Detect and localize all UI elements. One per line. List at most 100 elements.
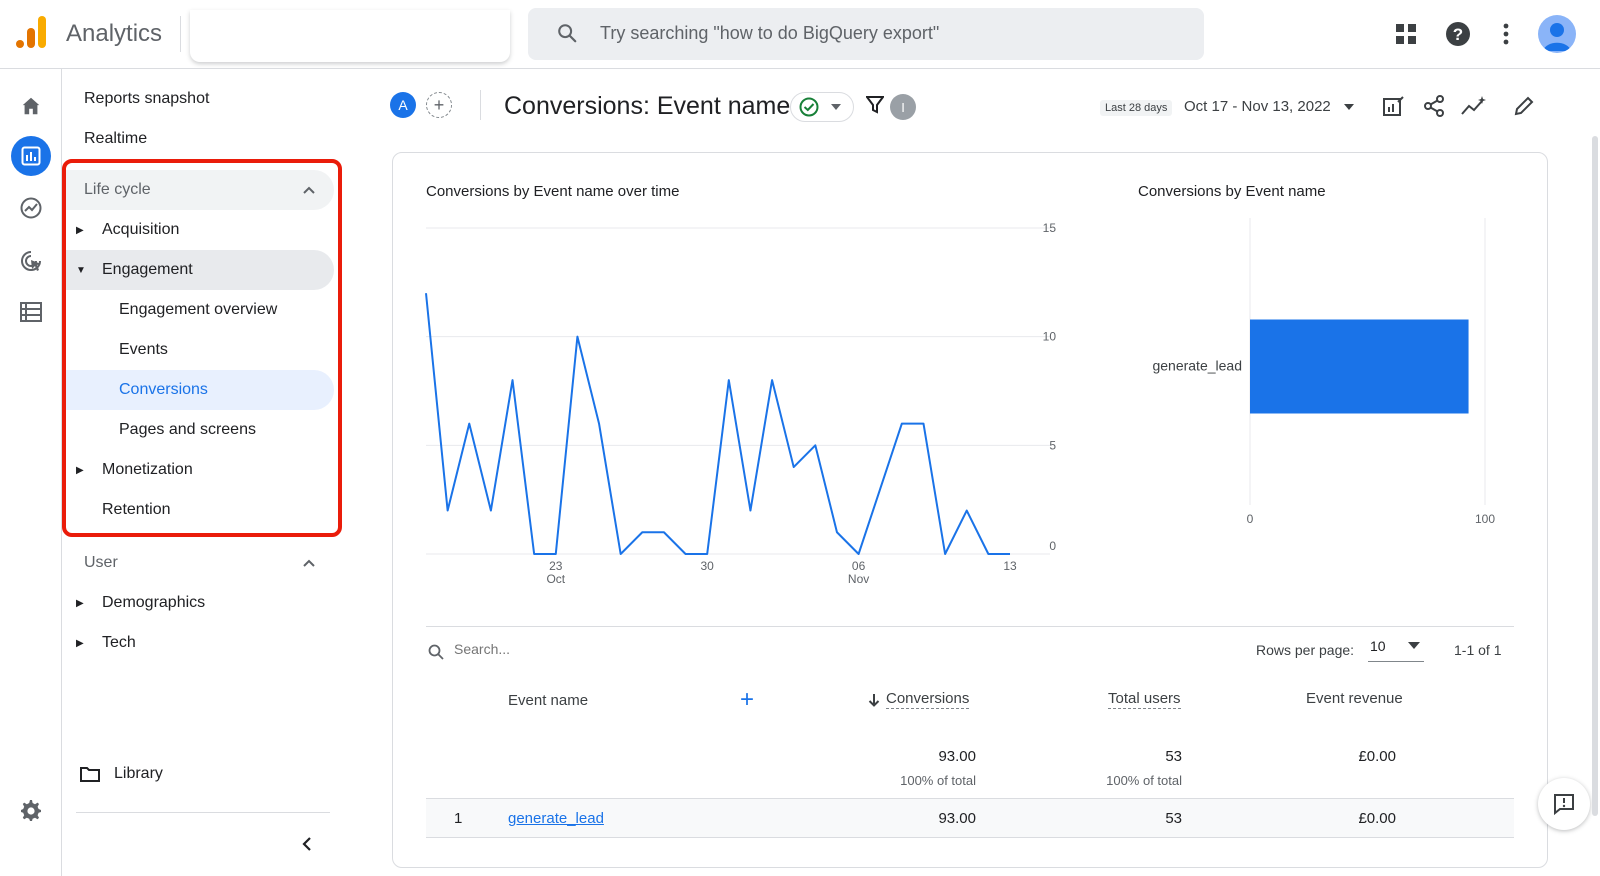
x-tick-label: 0 bbox=[1247, 512, 1254, 526]
x-tick-label: 30 bbox=[701, 559, 715, 573]
header-conversions-label: Conversions bbox=[886, 690, 970, 709]
filter-count-badge[interactable]: I bbox=[890, 94, 916, 120]
line-chart-title: Conversions by Event name over time bbox=[426, 183, 680, 200]
nav-tech[interactable]: ▶ Tech bbox=[62, 623, 334, 663]
more-vert-icon[interactable] bbox=[1490, 18, 1522, 50]
header-event-name[interactable]: Event name bbox=[508, 692, 588, 709]
bar bbox=[1250, 319, 1469, 414]
y-tick-label: 15 bbox=[1043, 221, 1057, 235]
add-dimension-button[interactable]: + bbox=[740, 688, 754, 712]
share-icon[interactable] bbox=[1420, 92, 1448, 120]
event-name-link[interactable]: generate_lead bbox=[508, 810, 604, 827]
x-tick-label: 100 bbox=[1475, 512, 1495, 526]
nav-engagement-overview[interactable]: Engagement overview bbox=[62, 290, 334, 330]
add-comparison-button[interactable]: + bbox=[426, 92, 452, 118]
nav-monetization[interactable]: ▶ Monetization bbox=[62, 450, 334, 490]
settings-icon[interactable] bbox=[11, 791, 51, 831]
date-range-picker[interactable]: Oct 17 - Nov 13, 2022 bbox=[1184, 98, 1331, 115]
account-picker[interactable] bbox=[190, 10, 510, 62]
header-event-revenue[interactable]: Event revenue bbox=[1306, 690, 1403, 707]
customize-report-icon[interactable] bbox=[1380, 92, 1408, 120]
nav-group-label: Life cycle bbox=[84, 181, 151, 198]
caret-right-icon: ▶ bbox=[76, 597, 84, 609]
bar-chart[interactable]: 0 100 generate_lead bbox=[1130, 210, 1530, 540]
nav-demographics[interactable]: ▶ Demographics bbox=[62, 583, 334, 623]
total-event-revenue: £0.00 bbox=[1358, 748, 1396, 765]
dropdown-arrow-icon bbox=[831, 104, 841, 110]
analytics-logo-icon[interactable] bbox=[16, 16, 48, 50]
nav-label: Acquisition bbox=[102, 221, 180, 238]
help-icon[interactable]: ? bbox=[1442, 18, 1474, 50]
search-icon bbox=[428, 644, 444, 660]
apps-grid-icon[interactable] bbox=[1390, 18, 1422, 50]
report-status-dropdown[interactable] bbox=[790, 92, 854, 122]
nav-label: Conversions bbox=[119, 381, 208, 398]
chevron-up-icon bbox=[303, 186, 315, 194]
reports-icon[interactable] bbox=[11, 136, 51, 176]
collapse-nav-button[interactable] bbox=[292, 829, 322, 859]
chevron-up-icon bbox=[303, 559, 315, 567]
rows-per-page-select[interactable]: 10 bbox=[1368, 638, 1424, 662]
caret-right-icon: ▶ bbox=[76, 464, 84, 476]
nav-pages-and-screens[interactable]: Pages and screens bbox=[62, 410, 334, 450]
chevron-left-icon bbox=[302, 837, 311, 851]
nav-acquisition[interactable]: ▶ Acquisition bbox=[62, 210, 334, 250]
pagination-status: 1-1 of 1 bbox=[1454, 642, 1502, 658]
bar-category-label: generate_lead bbox=[1152, 358, 1242, 374]
account-avatar[interactable] bbox=[1538, 15, 1576, 53]
nav-retention[interactable]: Retention bbox=[62, 490, 334, 530]
feedback-icon bbox=[1554, 794, 1574, 816]
row-index: 1 bbox=[454, 810, 463, 827]
nav-label: Tech bbox=[102, 634, 136, 651]
nav-engagement[interactable]: ▼ Engagement bbox=[62, 250, 334, 290]
x-tick-label: 23 bbox=[549, 559, 563, 573]
header-total-users[interactable]: Total users bbox=[1108, 690, 1181, 709]
icon-rail bbox=[0, 69, 62, 876]
advertising-icon[interactable] bbox=[11, 241, 51, 281]
nav-events[interactable]: Events bbox=[62, 330, 334, 370]
nav-label: Pages and screens bbox=[119, 421, 256, 438]
bar-chart-title: Conversions by Event name bbox=[1138, 183, 1326, 200]
nav-label: Demographics bbox=[102, 594, 206, 611]
insights-icon[interactable] bbox=[1460, 92, 1488, 120]
row-conversions: 93.00 bbox=[938, 810, 976, 827]
feedback-button[interactable] bbox=[1538, 778, 1590, 830]
nav-conversions[interactable]: Conversions bbox=[62, 370, 334, 410]
nav-group-label: User bbox=[84, 554, 118, 571]
nav-group-life-cycle[interactable]: Life cycle bbox=[62, 170, 334, 210]
app-title: Analytics bbox=[66, 20, 163, 47]
nav-label: Realtime bbox=[84, 130, 148, 147]
svg-text:?: ? bbox=[1453, 25, 1463, 44]
home-icon[interactable] bbox=[11, 86, 51, 126]
y-tick-label: 0 bbox=[1049, 539, 1056, 553]
nav-label: Library bbox=[114, 765, 163, 782]
row-event-revenue: £0.00 bbox=[1358, 810, 1396, 827]
explore-icon[interactable] bbox=[11, 188, 51, 228]
nav-library[interactable]: Library bbox=[62, 754, 334, 794]
nav-group-user[interactable]: User bbox=[62, 543, 334, 583]
scrollbar[interactable] bbox=[1592, 136, 1598, 816]
x-tick-month-label: Oct bbox=[546, 572, 565, 586]
header-divider bbox=[480, 90, 481, 120]
nav-reports-snapshot[interactable]: Reports snapshot bbox=[62, 79, 334, 119]
dropdown-arrow-icon bbox=[1408, 642, 1420, 649]
x-tick-label: 06 bbox=[852, 559, 866, 573]
configure-icon[interactable] bbox=[11, 292, 51, 332]
edit-pencil-icon[interactable] bbox=[1510, 92, 1538, 120]
dropdown-arrow-icon[interactable] bbox=[1344, 104, 1354, 110]
x-tick-month-label: Nov bbox=[848, 572, 869, 586]
filter-icon[interactable] bbox=[866, 96, 884, 114]
y-tick-label: 5 bbox=[1049, 438, 1056, 452]
search-bar[interactable]: Try searching "how to do BigQuery export… bbox=[528, 8, 1204, 60]
table-search-input[interactable] bbox=[454, 641, 754, 657]
nav-label: Retention bbox=[102, 501, 171, 518]
header-conversions[interactable]: Conversions bbox=[868, 690, 970, 709]
comparison-badge[interactable]: A bbox=[390, 92, 416, 118]
line-chart[interactable]: 0 5 10 15 23Oct 30 06Nov 13 bbox=[420, 210, 1080, 610]
date-range-tag: Last 28 days bbox=[1100, 100, 1173, 116]
sidebar-nav: Reports snapshot Realtime Life cycle ▶ A… bbox=[62, 69, 348, 876]
nav-label: Engagement bbox=[102, 261, 193, 278]
nav-realtime[interactable]: Realtime bbox=[62, 119, 334, 159]
folder-icon bbox=[80, 767, 100, 782]
search-placeholder: Try searching "how to do BigQuery export… bbox=[600, 23, 940, 43]
